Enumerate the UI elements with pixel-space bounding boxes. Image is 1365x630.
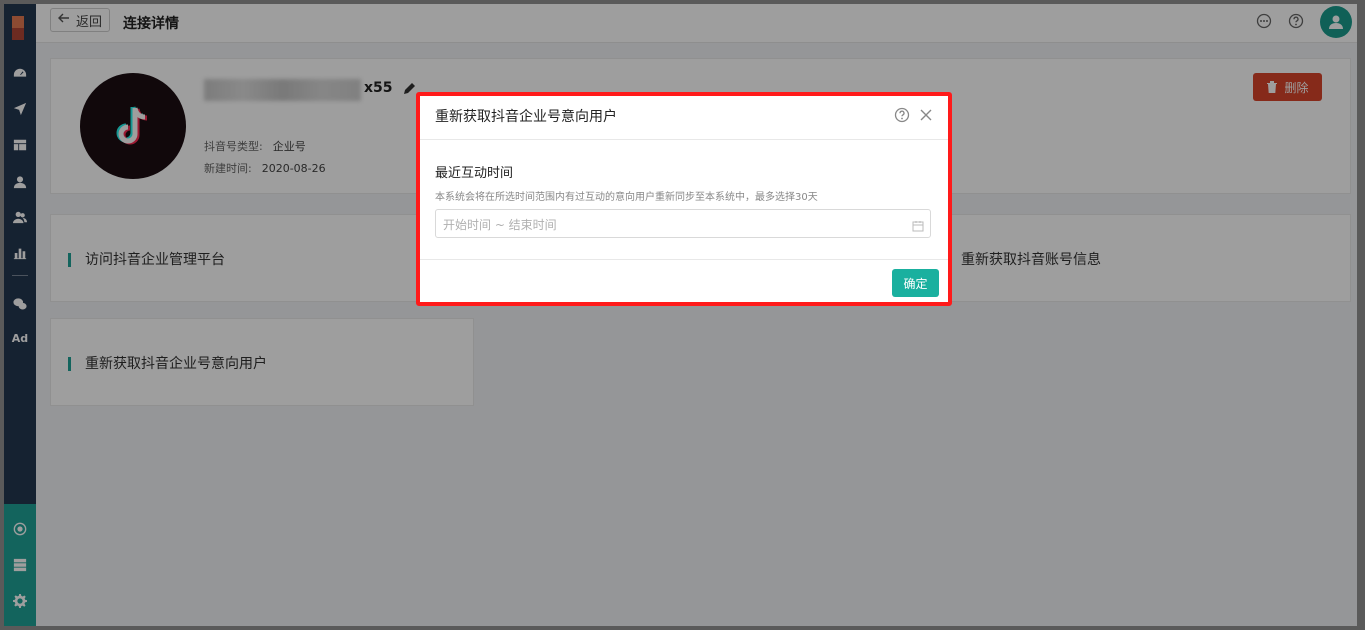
modal-help-icon[interactable] <box>894 107 910 123</box>
refresh-intent-users-modal: 重新获取抖音企业号意向用户 最近互动时间 本系统会将在所选时间范围内有过互动的意… <box>416 92 952 306</box>
close-icon[interactable] <box>919 107 933 121</box>
date-range-input[interactable]: 开始时间 ~ 结束时间 <box>435 209 931 238</box>
modal-title: 重新获取抖音企业号意向用户 <box>435 109 617 125</box>
field-label: 最近互动时间 <box>435 166 514 181</box>
calendar-icon <box>912 217 924 232</box>
modal-header: 重新获取抖音企业号意向用户 <box>420 96 948 140</box>
date-range-placeholder: 开始时间 ~ 结束时间 <box>443 218 557 232</box>
confirm-button[interactable]: 确定 <box>892 269 939 297</box>
field-hint: 本系统会将在所选时间范围内有过互动的意向用户重新同步至本系统中，最多选择30天 <box>435 192 818 203</box>
modal-footer-divider <box>420 259 948 260</box>
app-frame: Ad 返回 连接详情 x55 抖音号类型: 企业号 新建时间: 2020-08-… <box>4 4 1357 626</box>
